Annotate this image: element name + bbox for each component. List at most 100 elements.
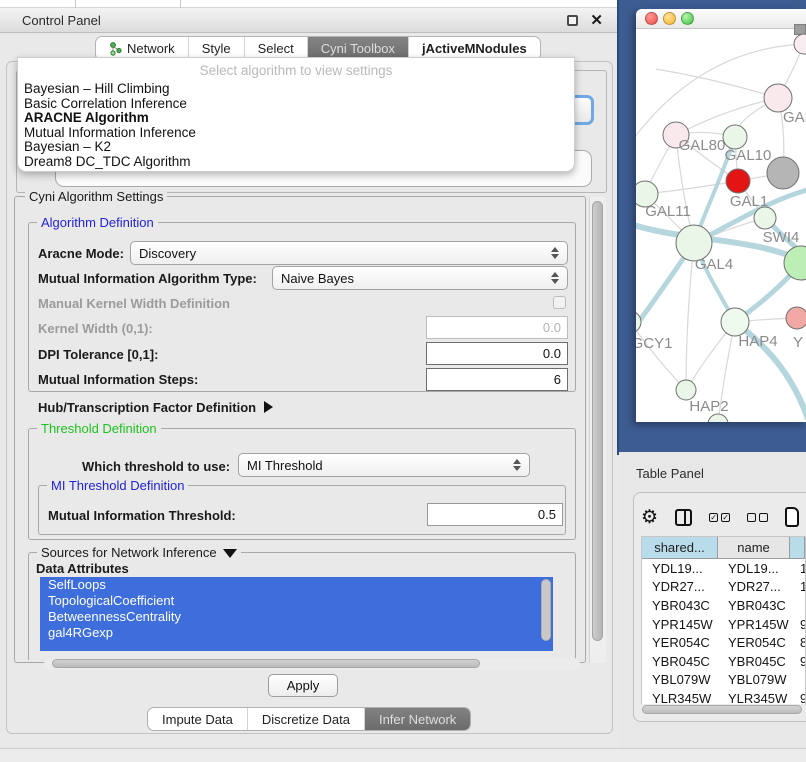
float-panel-icon[interactable] <box>567 15 578 26</box>
close-traffic-light-icon[interactable] <box>645 12 658 25</box>
new-table-icon[interactable] <box>785 507 799 527</box>
mi-threshold-label: Mutual Information Threshold: <box>48 508 236 523</box>
network-node-gal[interactable] <box>764 84 792 112</box>
column-header[interactable]: shared... <box>642 537 718 558</box>
algorithm-option[interactable]: Bayesian – K2 <box>18 140 574 155</box>
settings-horizontal-scrollbar[interactable] <box>44 658 580 670</box>
data-attribute-item[interactable]: gal4RGexp <box>40 625 553 641</box>
attributes-scrollbar-thumb[interactable] <box>541 579 551 641</box>
table-row[interactable]: YBR045CYBR045C9. <box>642 652 805 671</box>
data-attributes-list[interactable]: SelfLoopsTopologicalCoefficientBetweenne… <box>40 577 553 651</box>
network-node-gal1[interactable] <box>726 169 750 193</box>
control-panel-title: Control Panel <box>22 13 101 28</box>
data-attribute-item[interactable]: TopologicalCoefficient <box>40 593 553 609</box>
network-node-label: HAP4 <box>738 333 777 350</box>
deselect-all-checkboxes-icon[interactable] <box>747 513 768 522</box>
table-toolbar: ⚙ ✓✓ <box>641 503 806 531</box>
combo-arrows-icon <box>550 272 559 284</box>
tab-label: Cyni Toolbox <box>321 41 395 56</box>
network-window-titlebar[interactable] <box>636 9 806 29</box>
kernel-width-label: Kernel Width (0,1): <box>38 321 153 336</box>
network-edge <box>656 69 778 98</box>
tab-label: Select <box>258 41 294 56</box>
gear-icon[interactable]: ⚙ <box>641 508 658 527</box>
algorithm-dropdown-placeholder: Select algorithm to view settings <box>18 63 574 82</box>
table-row[interactable]: YBL079WYBL079W <box>642 671 805 690</box>
network-canvas[interactable]: GALGAL80GAL10GAL1GAL11SWI4GAL4GCY1HAP4YH… <box>636 29 806 422</box>
bottom-tab-impute-data[interactable]: Impute Data <box>148 708 247 730</box>
kernel-width-field[interactable]: 0.0 <box>426 316 568 339</box>
apply-button[interactable]: Apply <box>268 674 338 697</box>
table-cell: YLR345W <box>718 691 790 704</box>
settings-scrollbar[interactable] <box>589 197 606 663</box>
network-node-label: GAL80 <box>679 137 726 154</box>
network-node[interactable] <box>794 34 806 54</box>
table-horizontal-scrollbar-thumb[interactable] <box>642 705 802 714</box>
table-row[interactable]: YLR345WYLR345W9. <box>642 689 805 704</box>
manual-kernel-checkbox[interactable] <box>553 296 566 309</box>
network-node[interactable] <box>708 414 728 422</box>
bottom-tab-infer-network[interactable]: Infer Network <box>364 708 470 730</box>
network-view-window[interactable]: GALGAL80GAL10GAL1GAL11SWI4GAL4GCY1HAP4YH… <box>636 9 806 422</box>
mi-steps-field[interactable]: 6 <box>426 368 568 391</box>
bottom-tab-bar: Impute DataDiscretize DataInfer Network <box>147 707 471 731</box>
table-cell: YPR145W <box>718 617 790 632</box>
which-threshold-value: MI Threshold <box>247 458 512 473</box>
table-row[interactable]: YDL19...YDL19...13 <box>642 559 805 578</box>
table-panel-title: Table Panel <box>636 466 704 481</box>
aracne-mode-combo[interactable]: Discovery <box>130 241 568 265</box>
network-node-swi4[interactable] <box>754 207 776 229</box>
algorithm-option[interactable]: ARACNE Algorithm <box>18 111 574 126</box>
select-all-checkboxes-icon[interactable]: ✓✓ <box>709 513 730 522</box>
dpi-tolerance-field[interactable]: 0.0 <box>426 342 568 365</box>
algorithm-option[interactable]: Mutual Information Inference <box>18 126 574 141</box>
algorithm-option[interactable]: Basic Correlation Inference <box>18 97 574 112</box>
table-row[interactable]: YER054CYER054C8. <box>642 633 805 652</box>
zoom-traffic-light-icon[interactable] <box>681 12 694 25</box>
table-cell: 13 <box>790 561 805 576</box>
settings-horizontal-scrollbar-thumb[interactable] <box>52 659 480 668</box>
table-cell: YBR045C <box>718 654 790 669</box>
column-header[interactable]: name <box>718 537 790 558</box>
network-node-gcy1[interactable] <box>636 311 641 333</box>
minimize-traffic-light-icon[interactable] <box>663 12 676 25</box>
network-icon <box>109 42 122 56</box>
algorithm-option[interactable]: Dream8 DC_TDC Algorithm <box>18 155 574 170</box>
threshold-definition-title: Threshold Definition <box>37 421 161 436</box>
hub-definition-toggle[interactable]: Hub/Transcription Factor Definition <box>38 400 273 415</box>
sources-group-title[interactable]: Sources for Network Inference <box>37 545 241 560</box>
mi-threshold-field[interactable]: 0.5 <box>427 503 563 526</box>
table-row[interactable]: YPR145WYPR145W9. <box>642 615 805 634</box>
network-node-label: GAL <box>783 109 806 126</box>
network-node-hap2[interactable] <box>676 380 696 400</box>
table-cell: YDL19... <box>718 561 790 576</box>
network-node[interactable] <box>767 157 799 189</box>
network-edge <box>636 322 686 390</box>
node-table[interactable]: shared...name YDL19...YDL19...13YDR27...… <box>641 536 806 704</box>
algorithm-option[interactable]: Bayesian – Hill Climbing <box>18 82 574 97</box>
mi-type-combo[interactable]: Naive Bayes <box>272 266 568 290</box>
data-attribute-item[interactable]: BetweennessCentrality <box>40 609 553 625</box>
network-node-y[interactable] <box>786 307 806 329</box>
mi-steps-label: Mutual Information Steps: <box>38 372 198 387</box>
table-cell: 9. <box>790 691 805 704</box>
control-panel-header: Control Panel ✕ <box>0 8 617 33</box>
table-cell: YDR27... <box>642 579 718 594</box>
divider <box>180 0 181 8</box>
data-attributes-label: Data Attributes <box>36 561 129 576</box>
table-row[interactable]: YBR043CYBR043C <box>642 596 805 615</box>
network-node-hap4[interactable] <box>721 308 749 336</box>
split-columns-icon[interactable] <box>675 509 692 526</box>
table-cell: YPR145W <box>642 617 718 632</box>
algorithm-dropdown-popup: Select algorithm to view settings Bayesi… <box>17 57 575 172</box>
which-threshold-combo[interactable]: MI Threshold <box>238 453 530 477</box>
column-header[interactable] <box>790 537 805 558</box>
network-node-gal10[interactable] <box>723 125 747 149</box>
table-row[interactable]: YDR27...YDR27...12 <box>642 578 805 597</box>
network-node-label: GAL11 <box>645 203 691 220</box>
data-attribute-item[interactable]: SelfLoops <box>40 577 553 593</box>
settings-scrollbar-thumb[interactable] <box>592 201 603 641</box>
network-node-label: SWI4 <box>763 229 800 246</box>
bottom-tab-discretize-data[interactable]: Discretize Data <box>247 708 364 730</box>
close-icon[interactable]: ✕ <box>590 11 603 29</box>
